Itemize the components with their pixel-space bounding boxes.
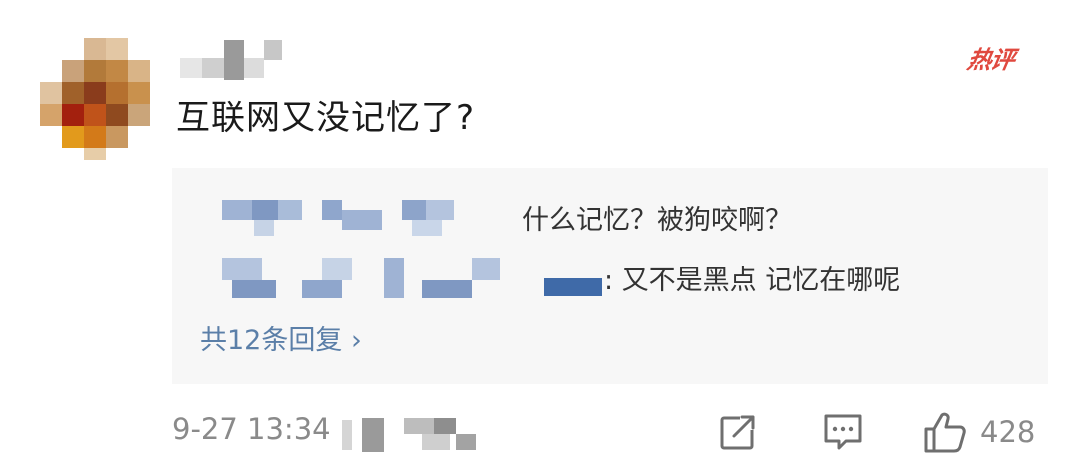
- hot-comment-badge: 热评: [965, 46, 1017, 74]
- reply-button[interactable]: [822, 410, 864, 454]
- reply-text: : 又不是黑点 记忆在哪呢: [604, 265, 901, 296]
- comment-card: 热评 互联网又没记忆了? 什么记忆？被狗咬啊？: 又不是黑点 记忆在哪呢 共1…: [0, 0, 1065, 462]
- comment-footer: 9-27 13:34 428: [172, 410, 1052, 460]
- comment-timestamp: 9-27 13:34: [172, 412, 331, 446]
- location-redacted: [342, 414, 482, 454]
- avatar[interactable]: [40, 38, 152, 160]
- reply-author-redacted[interactable]: [172, 194, 492, 238]
- reply-item[interactable]: 什么记忆？被狗咬啊？: [172, 194, 1048, 238]
- like-button[interactable]: 428: [922, 410, 1035, 454]
- comment-icon: [824, 414, 862, 450]
- view-all-replies-link[interactable]: 共12条回复 ›: [200, 318, 362, 357]
- like-count: 428: [980, 415, 1036, 449]
- thumbs-up-icon: [924, 412, 966, 453]
- comment-text: 互联网又没记忆了?: [176, 98, 476, 138]
- share-button[interactable]: [718, 410, 758, 454]
- replies-preview[interactable]: 什么记忆？被狗咬啊？ : 又不是黑点 记忆在哪呢 共12条回复 ›: [172, 168, 1048, 384]
- reply-text: 什么记忆？被狗咬啊？: [522, 205, 792, 236]
- share-icon: [720, 414, 756, 450]
- username-redacted[interactable]: [180, 40, 290, 80]
- reply-author-redacted[interactable]: [172, 254, 612, 298]
- reply-item[interactable]: : 又不是黑点 记忆在哪呢: [172, 254, 1048, 298]
